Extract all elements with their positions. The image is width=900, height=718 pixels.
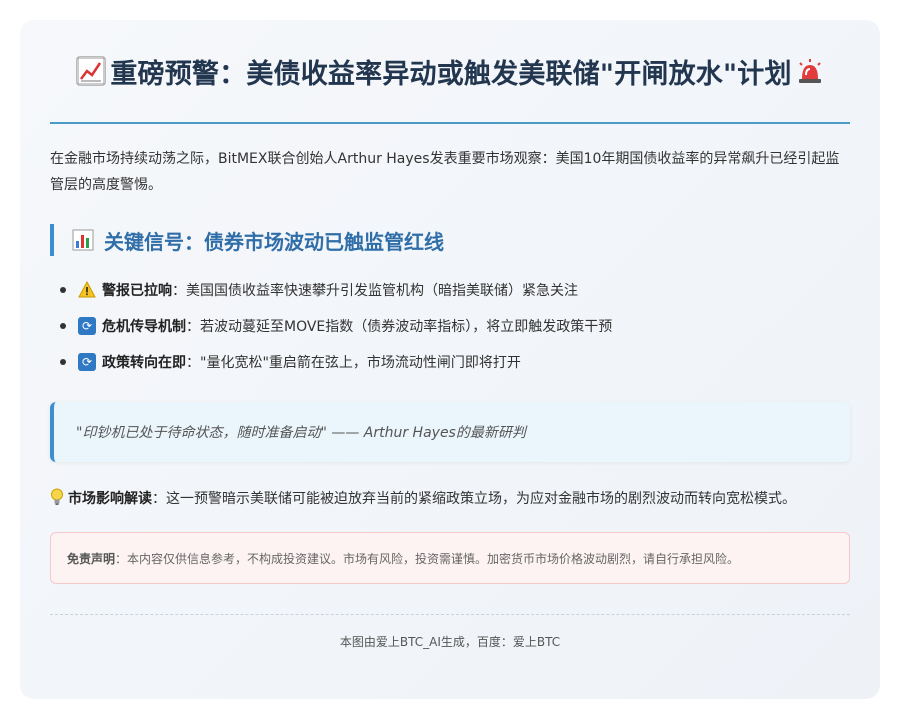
disclaimer-label: 免责声明	[67, 551, 116, 566]
article-card: 重磅预警：美债收益率异动或触发美联储"开闸放水"计划 在金融市场持续动荡之际，B…	[20, 20, 880, 699]
bullet-label: 警报已拉响	[102, 283, 172, 299]
bullet-label: 危机传导机制	[102, 319, 186, 335]
quote-block: "印钞机已处于待命状态，随时准备启动" —— Arthur Hayes的最新研判	[50, 402, 850, 462]
chart-increasing-icon	[76, 56, 107, 86]
bullet-dot	[60, 323, 66, 329]
list-item: ⟳ 政策转向在即 ："量化宽松"重启箭在弦上，市场流动性闸门即将打开	[60, 344, 850, 380]
title-row: 重磅预警：美债收益率异动或触发美联储"开闸放水"计划	[50, 20, 850, 124]
cycle-arrows-icon: ⟳	[78, 353, 96, 371]
impact-paragraph: 市场影响解读：这一预警暗示美联储可能被迫放弃当前的紧缩政策立场，为应对金融市场的…	[50, 486, 850, 512]
warning-icon	[78, 281, 96, 299]
bullet-dot	[60, 287, 66, 293]
impact-text: ：这一预警暗示美联储可能被迫放弃当前的紧缩政策立场，为应对金融市场的剧烈波动而转…	[152, 491, 796, 507]
footer-text: 本图由爱上BTC_AI生成，百度：爱上BTC	[339, 635, 561, 649]
section-heading: 关键信号：债券市场波动已触监管红线	[50, 224, 850, 256]
rotating-light-icon	[796, 57, 824, 85]
bullet-text: ："量化宽松"重启箭在弦上，市场流动性闸门即将打开	[186, 355, 521, 371]
disclaimer-box: 免责声明 ：本内容仅供信息参考，不构成投资建议。市场有风险，投资需谨慎。加密货币市…	[50, 532, 850, 584]
disclaimer-text: ：本内容仅供信息参考，不构成投资建议。市场有风险，投资需谨慎。加密货币市场价格波…	[115, 551, 740, 566]
list-item: 警报已拉响 ：美国国债收益率快速攀升引发监管机构（暗指美联储）紧急关注	[60, 272, 850, 308]
section-title: 关键信号：债券市场波动已触监管红线	[104, 229, 444, 254]
bullet-dot	[60, 359, 66, 365]
impact-label: 市场影响解读	[68, 491, 152, 507]
cycle-arrows-icon: ⟳	[78, 317, 96, 335]
light-bulb-icon	[50, 488, 64, 506]
signal-list: 警报已拉响 ：美国国债收益率快速攀升引发监管机构（暗指美联储）紧急关注 ⟳ 危机…	[50, 272, 850, 380]
footer: 本图由爱上BTC_AI生成，百度：爱上BTC	[50, 614, 850, 650]
bullet-text: ：美国国债收益率快速攀升引发监管机构（暗指美联储）紧急关注	[172, 283, 578, 299]
bar-chart-icon	[72, 229, 94, 251]
list-item: ⟳ 危机传导机制 ：若波动蔓延至MOVE指数（债券波动率指标），将立即触发政策干…	[60, 308, 850, 344]
page-title: 重磅预警：美债收益率异动或触发美联储"开闸放水"计划	[110, 58, 792, 90]
bullet-text: ：若波动蔓延至MOVE指数（债券波动率指标），将立即触发政策干预	[186, 319, 613, 335]
intro-paragraph: 在金融市场持续动荡之际，BitMEX联合创始人Arthur Hayes发表重要市…	[50, 151, 840, 193]
quote-text: "印钞机已处于待命状态，随时准备启动" —— Arthur Hayes的最新研判	[76, 425, 526, 441]
bullet-label: 政策转向在即	[102, 355, 186, 371]
